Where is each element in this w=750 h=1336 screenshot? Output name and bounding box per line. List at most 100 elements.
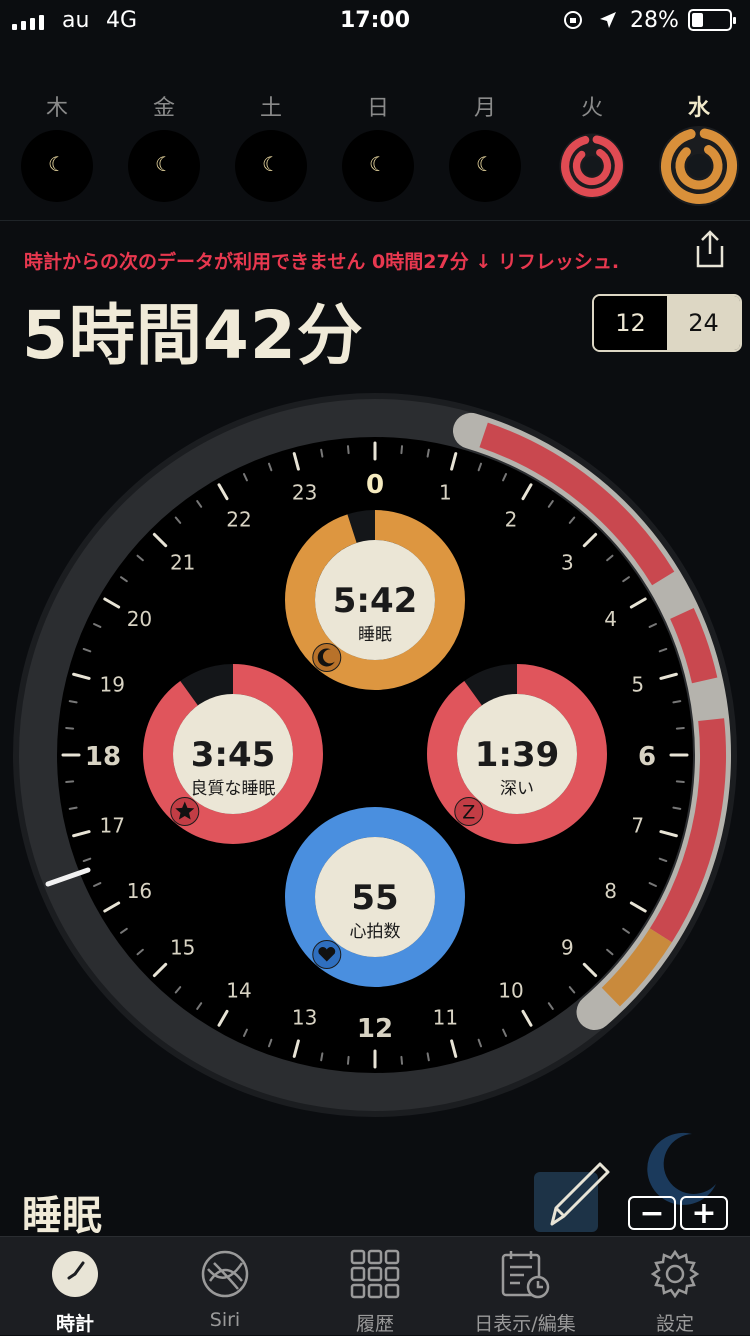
heart-metric-ring[interactable]: 55 心拍数 <box>285 807 465 987</box>
hour-label: 23 <box>292 480 317 504</box>
moon-icon <box>312 642 342 672</box>
day-label: 水 <box>687 96 710 121</box>
day-ring[interactable] <box>656 123 742 209</box>
hour-label: 9 <box>561 935 574 959</box>
moon-icon: ☾ <box>476 152 494 176</box>
deep-value: 1:39 <box>475 735 560 775</box>
day-label: 日 <box>366 96 389 121</box>
dial-tick <box>320 448 324 458</box>
dial-tick <box>426 448 430 458</box>
tab-siri-label: Siri <box>209 1309 241 1331</box>
sleep-label: 睡眠 <box>358 625 392 645</box>
hour-label: 2 <box>505 507 518 531</box>
format-24-button[interactable]: 24 <box>667 296 740 350</box>
day-ring[interactable]: ☾ <box>128 130 200 202</box>
dial-tick <box>672 700 682 704</box>
dial-tick <box>400 1055 404 1065</box>
heart-label: 心拍数 <box>350 922 401 942</box>
heart-value: 55 <box>351 878 398 918</box>
tab-clock[interactable]: 時計 <box>0 1237 150 1335</box>
dial-tick <box>675 726 685 730</box>
moon-icon: ☾ <box>48 152 66 176</box>
hour-label: 22 <box>226 507 251 531</box>
day-label: 土 <box>259 96 282 121</box>
dial-tick <box>346 445 350 455</box>
star-icon <box>170 796 200 826</box>
sync-warning[interactable]: 時計からの次のデータが利用できません 0時間27分 ↓ リフレッシュ. <box>24 247 619 274</box>
location-icon <box>600 12 616 28</box>
dial-tick <box>65 726 75 730</box>
day-label: 木 <box>45 96 68 121</box>
hour-label: 10 <box>498 979 523 1003</box>
dial-tick <box>65 780 75 784</box>
hour-label: 7 <box>631 813 644 837</box>
heart-icon <box>312 939 342 969</box>
hour-label: 4 <box>604 607 617 631</box>
siri-icon <box>201 1250 249 1298</box>
divider <box>0 220 750 221</box>
moon-icon: ☾ <box>369 152 387 176</box>
edit-button[interactable] <box>534 1162 610 1232</box>
calendar-icon <box>501 1251 550 1299</box>
tab-clock-label: 時計 <box>55 1313 94 1335</box>
tab-day-view[interactable]: 日表示/編集 <box>450 1237 600 1335</box>
hour-label: 1 <box>439 480 452 504</box>
day-label: 月 <box>473 96 496 121</box>
dial-tick <box>426 1052 430 1062</box>
dial-tick <box>68 806 78 810</box>
dial-tick <box>675 780 685 784</box>
dial-tick <box>68 700 78 704</box>
tab-siri[interactable]: Siri <box>150 1237 300 1335</box>
pencil-icon <box>550 1162 610 1226</box>
hour-label: 5 <box>631 673 644 697</box>
z-icon: Z <box>454 796 484 826</box>
day-ring[interactable]: ☾ <box>21 130 93 202</box>
total-sleep-duration: 5時間42分 <box>22 297 364 374</box>
hour-label: 16 <box>127 879 152 903</box>
hour-label: 19 <box>100 673 125 697</box>
tab-day-view-label: 日表示/編集 <box>474 1313 576 1335</box>
deep-metric-ring[interactable]: 1:39 深い Z <box>427 664 607 844</box>
moon-icon: ☾ <box>155 152 173 176</box>
day-label: 火 <box>580 96 603 121</box>
grid-icon <box>350 1249 400 1299</box>
time-format-toggle[interactable]: 12 24 <box>592 294 742 352</box>
hour-label: 3 <box>561 551 574 575</box>
dial-tick <box>346 1055 350 1065</box>
tab-history-label: 履歴 <box>355 1313 394 1335</box>
quality-metric-ring[interactable]: 3:45 良質な睡眠 <box>143 664 323 844</box>
battery-icon <box>688 9 736 31</box>
hour-label: 12 <box>357 1014 393 1044</box>
hour-label: 21 <box>170 551 195 575</box>
orientation-lock-icon <box>564 11 582 29</box>
hour-label: 8 <box>604 879 617 903</box>
hour-label: 20 <box>127 607 152 631</box>
clock-icon <box>52 1251 98 1297</box>
hour-label: 11 <box>433 1006 458 1030</box>
day-ring[interactable]: ☾ <box>449 130 521 202</box>
status-bar: au 4G 17:00 28% <box>0 0 750 42</box>
svg-text:Z: Z <box>462 801 475 823</box>
dial-tick <box>320 1052 324 1062</box>
day-label: 金 <box>152 96 175 121</box>
tab-settings-label: 設定 <box>655 1313 694 1335</box>
hour-label: 18 <box>85 742 121 772</box>
zoom-in-button[interactable]: + <box>680 1196 728 1231</box>
quality-label: 良質な睡眠 <box>191 779 276 799</box>
share-icon[interactable] <box>692 230 728 270</box>
day-ring[interactable]: ☾ <box>342 130 414 202</box>
day-ring[interactable] <box>557 131 627 201</box>
format-12-button[interactable]: 12 <box>594 296 667 350</box>
hour-label: 17 <box>100 813 125 837</box>
day-ring[interactable]: ☾ <box>235 130 307 202</box>
tab-history[interactable]: 履歴 <box>300 1237 450 1335</box>
hour-label: 0 <box>366 470 384 500</box>
tab-settings[interactable]: 設定 <box>600 1237 750 1335</box>
sleep-dial[interactable]: 0 1234567891011121314151617181920212223 5… <box>0 390 750 1120</box>
sleep-metric-ring[interactable]: 5:42 睡眠 <box>285 510 465 690</box>
moon-icon: ☾ <box>262 152 280 176</box>
hour-label: 13 <box>292 1006 317 1030</box>
hour-label: 6 <box>638 742 656 772</box>
zoom-out-button[interactable]: − <box>628 1196 676 1231</box>
dial-tick <box>400 445 404 455</box>
